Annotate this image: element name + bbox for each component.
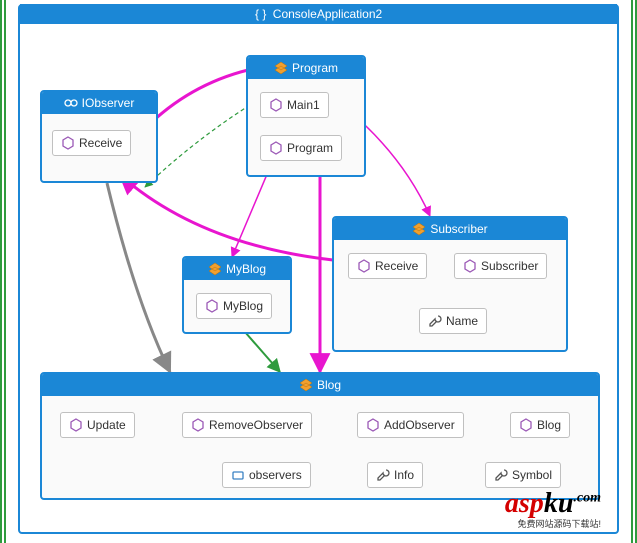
class-title-iobserver: IObserver xyxy=(42,92,156,114)
member-label: observers xyxy=(249,468,302,482)
member-observers[interactable]: observers xyxy=(222,462,311,488)
member-label: Program xyxy=(287,141,333,155)
class-title-myblog: MyBlog xyxy=(184,258,290,280)
member-label: Info xyxy=(394,468,414,482)
member-label: AddObserver xyxy=(384,418,455,432)
member-label: Subscriber xyxy=(481,259,538,273)
method-icon xyxy=(357,259,371,273)
field-icon xyxy=(231,468,245,482)
class-program[interactable]: Program Main1 Program xyxy=(246,55,366,177)
watermark-subtitle: 免费网站源码下载站! xyxy=(505,520,601,529)
property-icon xyxy=(428,314,442,328)
border-decoration xyxy=(4,0,6,543)
namespace-icon xyxy=(255,7,269,21)
method-icon xyxy=(69,418,83,432)
member-receive[interactable]: Receive xyxy=(52,130,131,156)
class-myblog[interactable]: MyBlog MyBlog xyxy=(182,256,292,334)
class-iobserver[interactable]: IObserver Receive xyxy=(40,90,158,183)
class-title-subscriber: Subscriber xyxy=(334,218,566,240)
class-name: MyBlog xyxy=(226,262,266,276)
member-label: Name xyxy=(446,314,478,328)
method-icon xyxy=(269,141,283,155)
method-icon xyxy=(191,418,205,432)
method-icon xyxy=(463,259,477,273)
member-myblog[interactable]: MyBlog xyxy=(196,293,272,319)
class-title-blog: Blog xyxy=(42,374,598,396)
member-removeobserver[interactable]: RemoveObserver xyxy=(182,412,312,438)
method-icon xyxy=(269,98,283,112)
property-icon xyxy=(494,468,508,482)
class-icon xyxy=(208,262,222,276)
method-icon xyxy=(205,299,219,313)
member-addobserver[interactable]: AddObserver xyxy=(357,412,464,438)
watermark-part2: ku xyxy=(544,488,574,519)
member-label: Blog xyxy=(537,418,561,432)
class-name: Subscriber xyxy=(430,222,487,236)
method-icon xyxy=(366,418,380,432)
member-label: MyBlog xyxy=(223,299,263,313)
border-decoration xyxy=(0,0,2,543)
member-label: Main1 xyxy=(287,98,320,112)
member-main1[interactable]: Main1 xyxy=(260,92,329,118)
method-icon xyxy=(519,418,533,432)
class-icon xyxy=(412,222,426,236)
member-sub-name[interactable]: Name xyxy=(419,308,487,334)
class-title-program: Program xyxy=(248,57,364,79)
namespace-title: ConsoleApplication2 xyxy=(20,4,617,24)
member-sub-receive[interactable]: Receive xyxy=(348,253,427,279)
member-update[interactable]: Update xyxy=(60,412,135,438)
member-symbol[interactable]: Symbol xyxy=(485,462,561,488)
member-label: Receive xyxy=(375,259,418,273)
watermark-part1: asp xyxy=(505,488,544,519)
member-label: Symbol xyxy=(512,468,552,482)
member-program[interactable]: Program xyxy=(260,135,342,161)
member-sub-subscriber[interactable]: Subscriber xyxy=(454,253,547,279)
property-icon xyxy=(376,468,390,482)
class-name: IObserver xyxy=(82,96,135,110)
namespace-name: ConsoleApplication2 xyxy=(273,7,382,21)
member-blog[interactable]: Blog xyxy=(510,412,570,438)
member-label: RemoveObserver xyxy=(209,418,303,432)
member-label: Receive xyxy=(79,136,122,150)
member-label: Update xyxy=(87,418,126,432)
class-icon xyxy=(274,61,288,75)
class-icon xyxy=(299,378,313,392)
class-name: Program xyxy=(292,61,338,75)
class-name: Blog xyxy=(317,378,341,392)
border-decoration xyxy=(631,0,633,543)
watermark-domain: .com xyxy=(573,491,601,506)
watermark: aspku.com 免费网站源码下载站! xyxy=(505,490,601,529)
class-subscriber[interactable]: Subscriber Receive Subscriber Name xyxy=(332,216,568,352)
class-blog[interactable]: Blog Update RemoveObserver AddObserver B… xyxy=(40,372,600,500)
interface-icon xyxy=(64,96,78,110)
member-info[interactable]: Info xyxy=(367,462,423,488)
method-icon xyxy=(61,136,75,150)
